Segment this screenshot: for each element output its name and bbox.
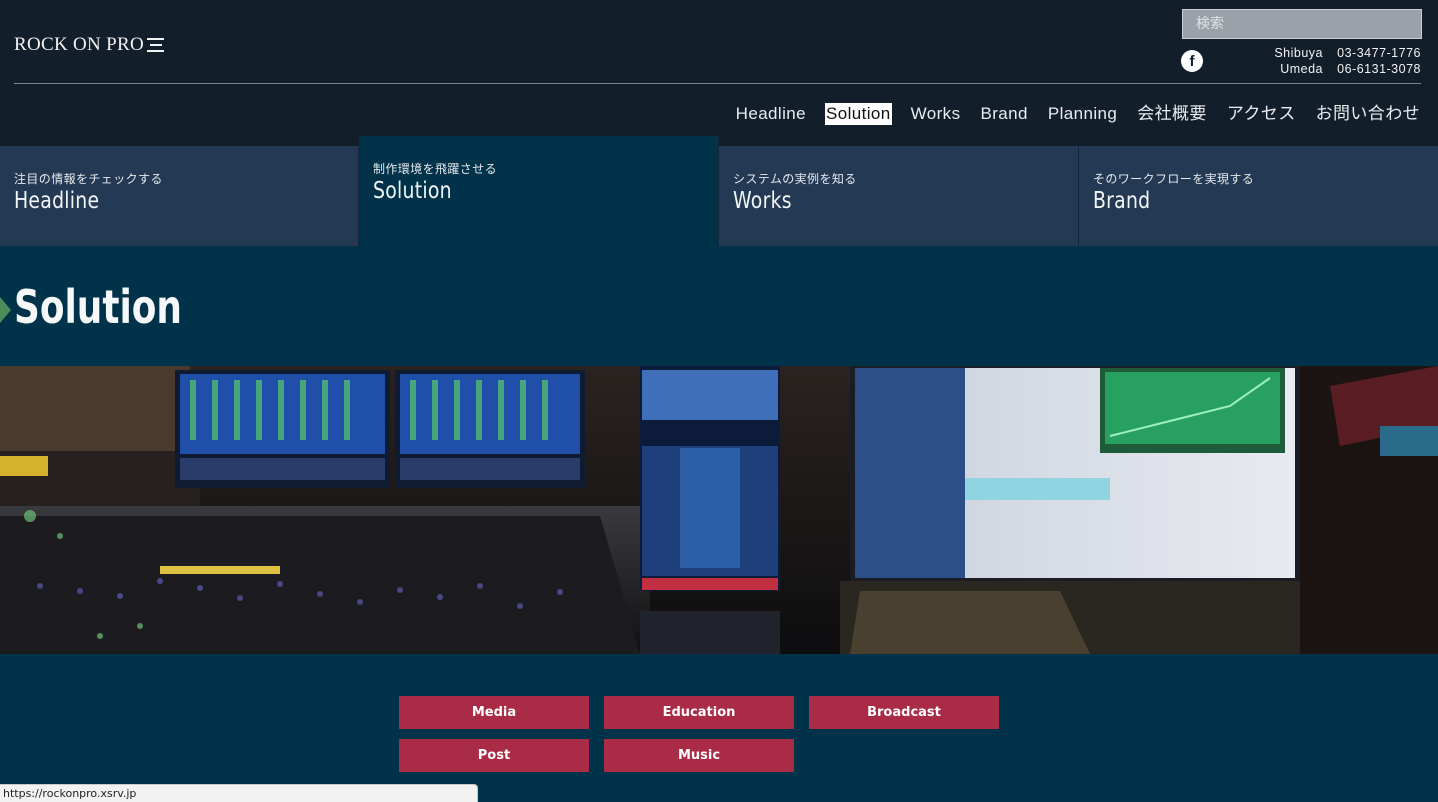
hero-image [0,366,1438,654]
category-button-broadcast[interactable]: Broadcast [809,696,999,729]
mixing-console-photo [0,366,1438,654]
phone-number: 06-6131-3078 [1337,62,1421,76]
tab-brand[interactable]: そのワークフローを実現する Brand [1079,146,1438,246]
browser-status-url: https://rockonpro.xsrv.jp [0,784,478,802]
category-button-media[interactable]: Media [399,696,589,729]
tab-title: Solution [373,178,452,204]
category-button-education[interactable]: Education [604,696,794,729]
phone-row-shibuya: Shibuya 03-3477-1776 [1274,45,1421,61]
phone-row-umeda: Umeda 06-6131-3078 [1274,61,1421,77]
main-nav: Headline Solution Works Brand Planning 会… [717,103,1421,125]
category-button-post[interactable]: Post [399,739,589,772]
nav-item-planning[interactable]: Planning [1047,103,1118,125]
page-title: Solution [14,280,182,334]
section-tabs: 注目の情報をチェックする Headline 制作環境を飛躍させる Solutio… [0,136,1438,246]
header-divider [14,83,1421,84]
logo-mark-icon [147,38,164,52]
phone-numbers: Shibuya 03-3477-1776 Umeda 06-6131-3078 [1274,45,1421,77]
phone-number: 03-3477-1776 [1337,46,1421,60]
tab-subtitle: 注目の情報をチェックする [14,172,163,186]
tab-solution[interactable]: 制作環境を飛躍させる Solution [359,136,719,246]
nav-item-contact[interactable]: お問い合わせ [1315,103,1421,125]
nav-item-company[interactable]: 会社概要 [1136,103,1208,125]
nav-item-headline[interactable]: Headline [735,103,807,125]
logo-text: ROCK ON PRO [14,34,144,55]
nav-item-solution[interactable]: Solution [824,103,892,125]
nav-item-access[interactable]: アクセス [1226,103,1297,125]
title-arrow-icon [0,297,11,323]
nav-item-works[interactable]: Works [910,103,962,125]
phone-city: Umeda [1280,62,1323,76]
tab-subtitle: 制作環境を飛躍させる [373,162,498,176]
site-header: ROCK ON PRO f Shibuya 03-3477-1776 Umeda… [0,0,1438,146]
tab-subtitle: そのワークフローを実現する [1093,172,1255,186]
tab-title: Brand [1093,188,1151,214]
tab-headline[interactable]: 注目の情報をチェックする Headline [0,146,359,246]
phone-city: Shibuya [1274,46,1323,60]
tab-works[interactable]: システムの実例を知る Works [719,146,1079,246]
site-logo[interactable]: ROCK ON PRO [14,34,164,56]
tab-subtitle: システムの実例を知る [733,172,857,186]
tab-title: Headline [14,188,100,214]
category-button-music[interactable]: Music [604,739,794,772]
facebook-icon[interactable]: f [1181,50,1203,72]
tab-title: Works [733,188,792,214]
search-input[interactable] [1182,9,1422,39]
nav-item-brand[interactable]: Brand [979,103,1028,125]
